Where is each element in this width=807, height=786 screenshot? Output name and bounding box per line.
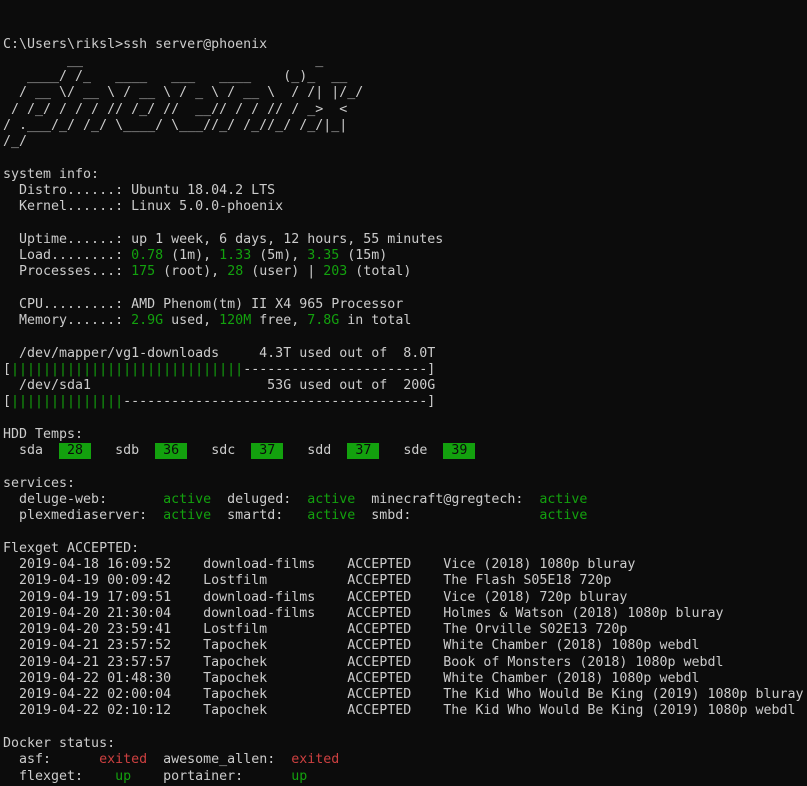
hdd-drive-label: sdb <box>115 443 155 459</box>
blank-line <box>3 329 807 345</box>
flexget-row: 2019-04-19 00:09:42 Lostfilm ACCEPTED Th… <box>3 573 807 589</box>
command-line: C:\Users\riksl>ssh server@phoenix <box>3 37 807 53</box>
docker-heading: Docker status: <box>3 736 807 752</box>
hdd-temp-badge: 36 <box>155 443 187 459</box>
ascii-banner-line-3: / __ \/ __ \ / __ \ / _ \ / __ \ / /| |/… <box>3 85 807 101</box>
services-row: deluge-web: active deluged: active minec… <box>3 492 807 508</box>
flexget-heading: Flexget ACCEPTED: <box>3 541 807 557</box>
terminal-output: C:\Users\riksl>ssh server@phoenix __ _ _… <box>3 37 807 786</box>
blank-line <box>3 150 807 166</box>
service-name: deluged: <box>211 492 307 508</box>
metric-value: 1.33 <box>219 248 251 264</box>
blank-line <box>3 459 807 475</box>
service-status: active <box>307 492 355 508</box>
flexget-row: 2019-04-18 16:09:52 download-films ACCEP… <box>3 557 807 573</box>
metric-value: 120M <box>219 313 251 329</box>
disk-mount-line: /dev/sda1 53G used out of 200G <box>3 378 807 394</box>
disk-mount-line: /dev/mapper/vg1-downloads 4.3T used out … <box>3 346 807 362</box>
system-info-heading: system info: <box>3 167 807 183</box>
service-status: active <box>539 508 587 524</box>
service-status: active <box>163 508 211 524</box>
ascii-banner-line-1: __ _ <box>3 53 807 69</box>
terminal-window[interactable]: C:\Users\riksl>ssh server@phoenix __ _ _… <box>0 0 807 786</box>
metric-value: 175 <box>131 264 155 280</box>
container-status: exited <box>291 752 339 768</box>
hdd-temp-badge: 37 <box>251 443 283 459</box>
disk-bar-filled: |||||||||||||| <box>11 394 123 410</box>
service-status: active <box>163 492 211 508</box>
disk-usage-bar: [|||||||||||||||||||||||||||||----------… <box>3 362 807 378</box>
kernel-line: Kernel......: Linux 5.0.0-phoenix <box>3 199 807 215</box>
docker-row: asf: exited awesome_allen: exited <box>3 752 807 768</box>
cpu-line: CPU.........: AMD Phenom(tm) II X4 965 P… <box>3 297 807 313</box>
uptime-line: Uptime......: up 1 week, 6 days, 12 hour… <box>3 232 807 248</box>
blank-line <box>3 525 807 541</box>
container-status: exited <box>99 752 147 768</box>
metric-value: 0.78 <box>131 248 163 264</box>
container-name: portainer: <box>131 769 291 785</box>
disk-usage-bar: [||||||||||||||-------------------------… <box>3 394 807 410</box>
flexget-row: 2019-04-20 23:59:41 Lostfilm ACCEPTED Th… <box>3 622 807 638</box>
flexget-row: 2019-04-22 02:10:12 Tapochek ACCEPTED Th… <box>3 703 807 719</box>
hdd-temp-badge: 39 <box>443 443 475 459</box>
load-line: Load........: 0.78 (1m), 1.33 (5m), 3.35… <box>3 248 807 264</box>
ascii-banner-line-6: /_/ <box>3 134 807 150</box>
service-status: active <box>307 508 355 524</box>
flexget-row: 2019-04-21 23:57:57 Tapochek ACCEPTED Bo… <box>3 655 807 671</box>
flexget-row: 2019-04-22 02:00:04 Tapochek ACCEPTED Th… <box>3 687 807 703</box>
container-name: flexget: <box>3 769 115 785</box>
hdd-drive-label: sdc <box>211 443 251 459</box>
disk-bar-filled: ||||||||||||||||||||||||||||| <box>11 362 243 378</box>
hdd-temps-line: sda 28 sdb 36 sdc 37 sdd 37 sde 39 <box>3 443 807 459</box>
blank-line <box>3 215 807 231</box>
services-row: plexmediaserver: active smartd: active s… <box>3 508 807 524</box>
hdd-temp-badge: 28 <box>59 443 91 459</box>
flexget-row: 2019-04-22 01:48:30 Tapochek ACCEPTED Wh… <box>3 671 807 687</box>
blank-line <box>3 281 807 297</box>
services-heading: services: <box>3 476 807 492</box>
flexget-row: 2019-04-20 21:30:04 download-films ACCEP… <box>3 606 807 622</box>
metric-value: 2.9G <box>131 313 163 329</box>
service-name: deluge-web: <box>3 492 163 508</box>
container-status: up <box>291 769 307 785</box>
flexget-row: 2019-04-19 17:09:51 download-films ACCEP… <box>3 590 807 606</box>
hdd-temp-badge: 37 <box>347 443 379 459</box>
metric-value: 3.35 <box>307 248 339 264</box>
hdd-drive-label: sde <box>403 443 443 459</box>
hdd-drive-label: sdd <box>307 443 347 459</box>
service-status: active <box>539 492 587 508</box>
ascii-banner-line-5: / .___/_/ /_/ \____/ \___//_/ /_//_/ /_/… <box>3 118 807 134</box>
service-name: plexmediaserver: <box>3 508 163 524</box>
processes-line: Processes...: 175 (root), 28 (user) | 20… <box>3 264 807 280</box>
container-status: up <box>115 769 131 785</box>
ascii-banner-line-2: ____/ /_ ____ ___ ____ (_)_ __ <box>3 69 807 85</box>
metric-value: 28 <box>227 264 243 280</box>
hdd-drive-label: sda <box>19 443 59 459</box>
service-name: minecraft@gregtech: <box>355 492 539 508</box>
container-name: awesome_allen: <box>147 752 291 768</box>
distro-line: Distro......: Ubuntu 18.04.2 LTS <box>3 183 807 199</box>
hdd-temps-heading: HDD Temps: <box>3 427 807 443</box>
memory-line: Memory......: 2.9G used, 120M free, 7.8G… <box>3 313 807 329</box>
metric-value: 7.8G <box>307 313 339 329</box>
flexget-row: 2019-04-21 23:57:52 Tapochek ACCEPTED Wh… <box>3 638 807 654</box>
service-name: smbd: <box>355 508 539 524</box>
blank-line <box>3 411 807 427</box>
service-name: smartd: <box>211 508 307 524</box>
container-name: asf: <box>3 752 99 768</box>
blank-line <box>3 720 807 736</box>
ascii-banner-line-4: / /_/ / / / // /_/ // __// / / // / _> < <box>3 102 807 118</box>
docker-row: flexget: up portainer: up <box>3 769 807 785</box>
metric-value: 203 <box>323 264 347 280</box>
